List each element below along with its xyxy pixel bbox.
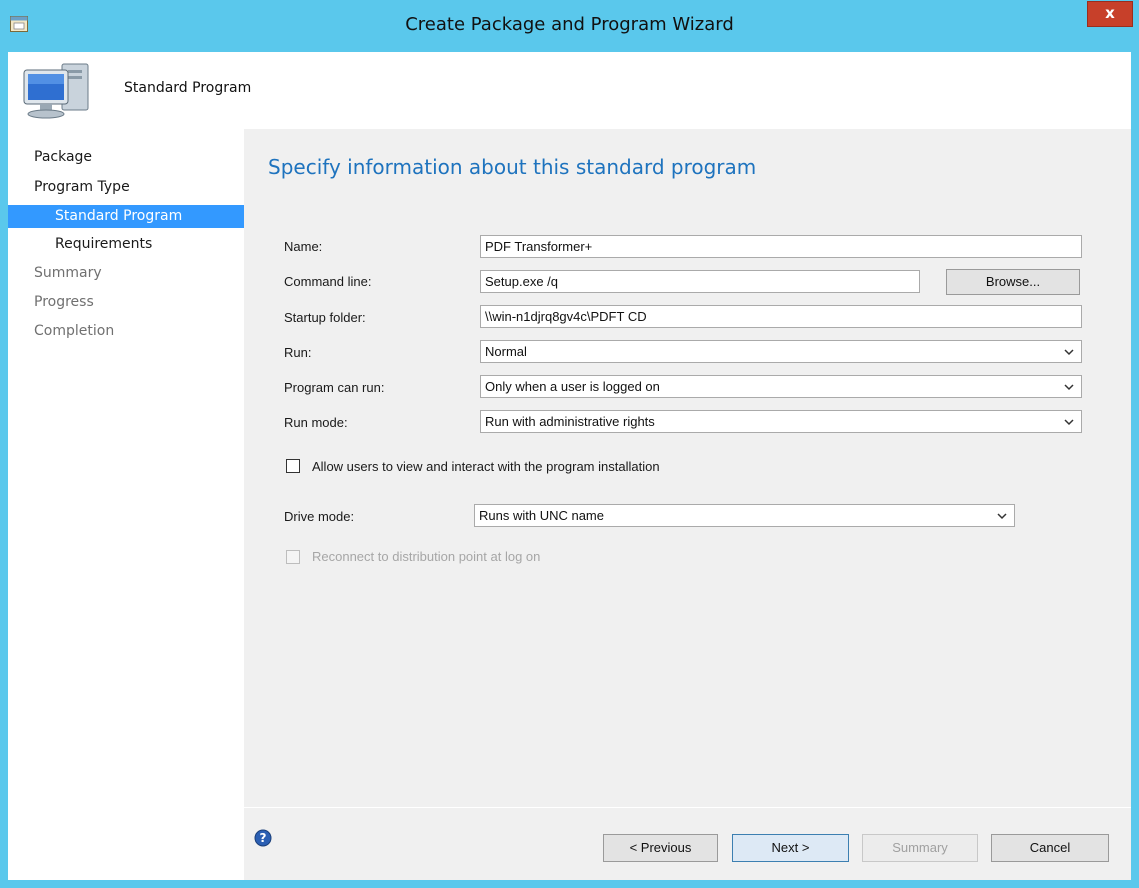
chevron-down-icon (1064, 419, 1074, 426)
summary-button: Summary (862, 834, 978, 862)
chevron-down-icon (1064, 384, 1074, 391)
wizard-header: Standard Program (8, 52, 1131, 129)
run-mode-dropdown[interactable]: Run with administrative rights (480, 410, 1082, 433)
title-bar[interactable]: Create Package and Program Wizard x (0, 0, 1139, 52)
run-dropdown-value: Normal (485, 344, 527, 359)
svg-text:?: ? (260, 831, 267, 845)
command-line-label: Command line: (284, 274, 372, 289)
cancel-button[interactable]: Cancel (991, 834, 1109, 862)
close-button[interactable]: x (1087, 1, 1133, 27)
command-line-input[interactable]: Setup.exe /q (480, 270, 920, 293)
reconnect-checkbox (286, 550, 300, 564)
computer-icon (23, 63, 89, 119)
step-progress: Progress (34, 294, 94, 310)
chevron-down-icon (1064, 349, 1074, 356)
step-program-type[interactable]: Program Type (34, 179, 130, 195)
program-can-run-label: Program can run: (284, 380, 385, 395)
page-heading: Specify information about this standard … (268, 155, 757, 179)
name-label: Name: (284, 239, 323, 254)
step-requirements[interactable]: Requirements (55, 236, 152, 252)
program-can-run-value: Only when a user is logged on (485, 379, 660, 394)
footer-divider (244, 807, 1131, 808)
reconnect-label: Reconnect to distribution point at log o… (312, 549, 541, 564)
startup-folder-input[interactable]: \\win-n1djrq8gv4c\PDFT CD (480, 305, 1082, 328)
header-title: Standard Program (124, 80, 252, 96)
help-icon[interactable]: ? (254, 829, 272, 847)
drive-mode-value: Runs with UNC name (479, 508, 604, 523)
step-completion: Completion (34, 323, 115, 339)
next-button[interactable]: Next > (732, 834, 849, 862)
step-standard-program[interactable]: Standard Program (55, 208, 182, 224)
program-can-run-dropdown[interactable]: Only when a user is logged on (480, 375, 1082, 398)
run-mode-label: Run mode: (284, 415, 348, 430)
wizard-window: Create Package and Program Wizard x Stan… (0, 0, 1139, 888)
drive-mode-label: Drive mode: (284, 509, 355, 524)
wizard-steps-sidebar: Package Program Type Standard Program Re… (8, 129, 244, 880)
allow-users-checkbox[interactable] (286, 459, 300, 473)
step-summary: Summary (34, 265, 102, 281)
run-label: Run: (284, 345, 312, 360)
browse-button[interactable]: Browse... (946, 269, 1080, 295)
startup-folder-label: Startup folder: (284, 310, 366, 325)
run-mode-value: Run with administrative rights (485, 414, 655, 429)
previous-button[interactable]: < Previous (603, 834, 718, 862)
wizard-content: Specify information about this standard … (244, 129, 1131, 880)
window-title: Create Package and Program Wizard (405, 14, 734, 35)
drive-mode-dropdown[interactable]: Runs with UNC name (474, 504, 1015, 527)
allow-users-label[interactable]: Allow users to view and interact with th… (312, 459, 660, 474)
step-package[interactable]: Package (34, 149, 92, 165)
chevron-down-icon (997, 513, 1007, 520)
name-input[interactable]: PDF Transformer+ (480, 235, 1082, 258)
run-dropdown[interactable]: Normal (480, 340, 1082, 363)
